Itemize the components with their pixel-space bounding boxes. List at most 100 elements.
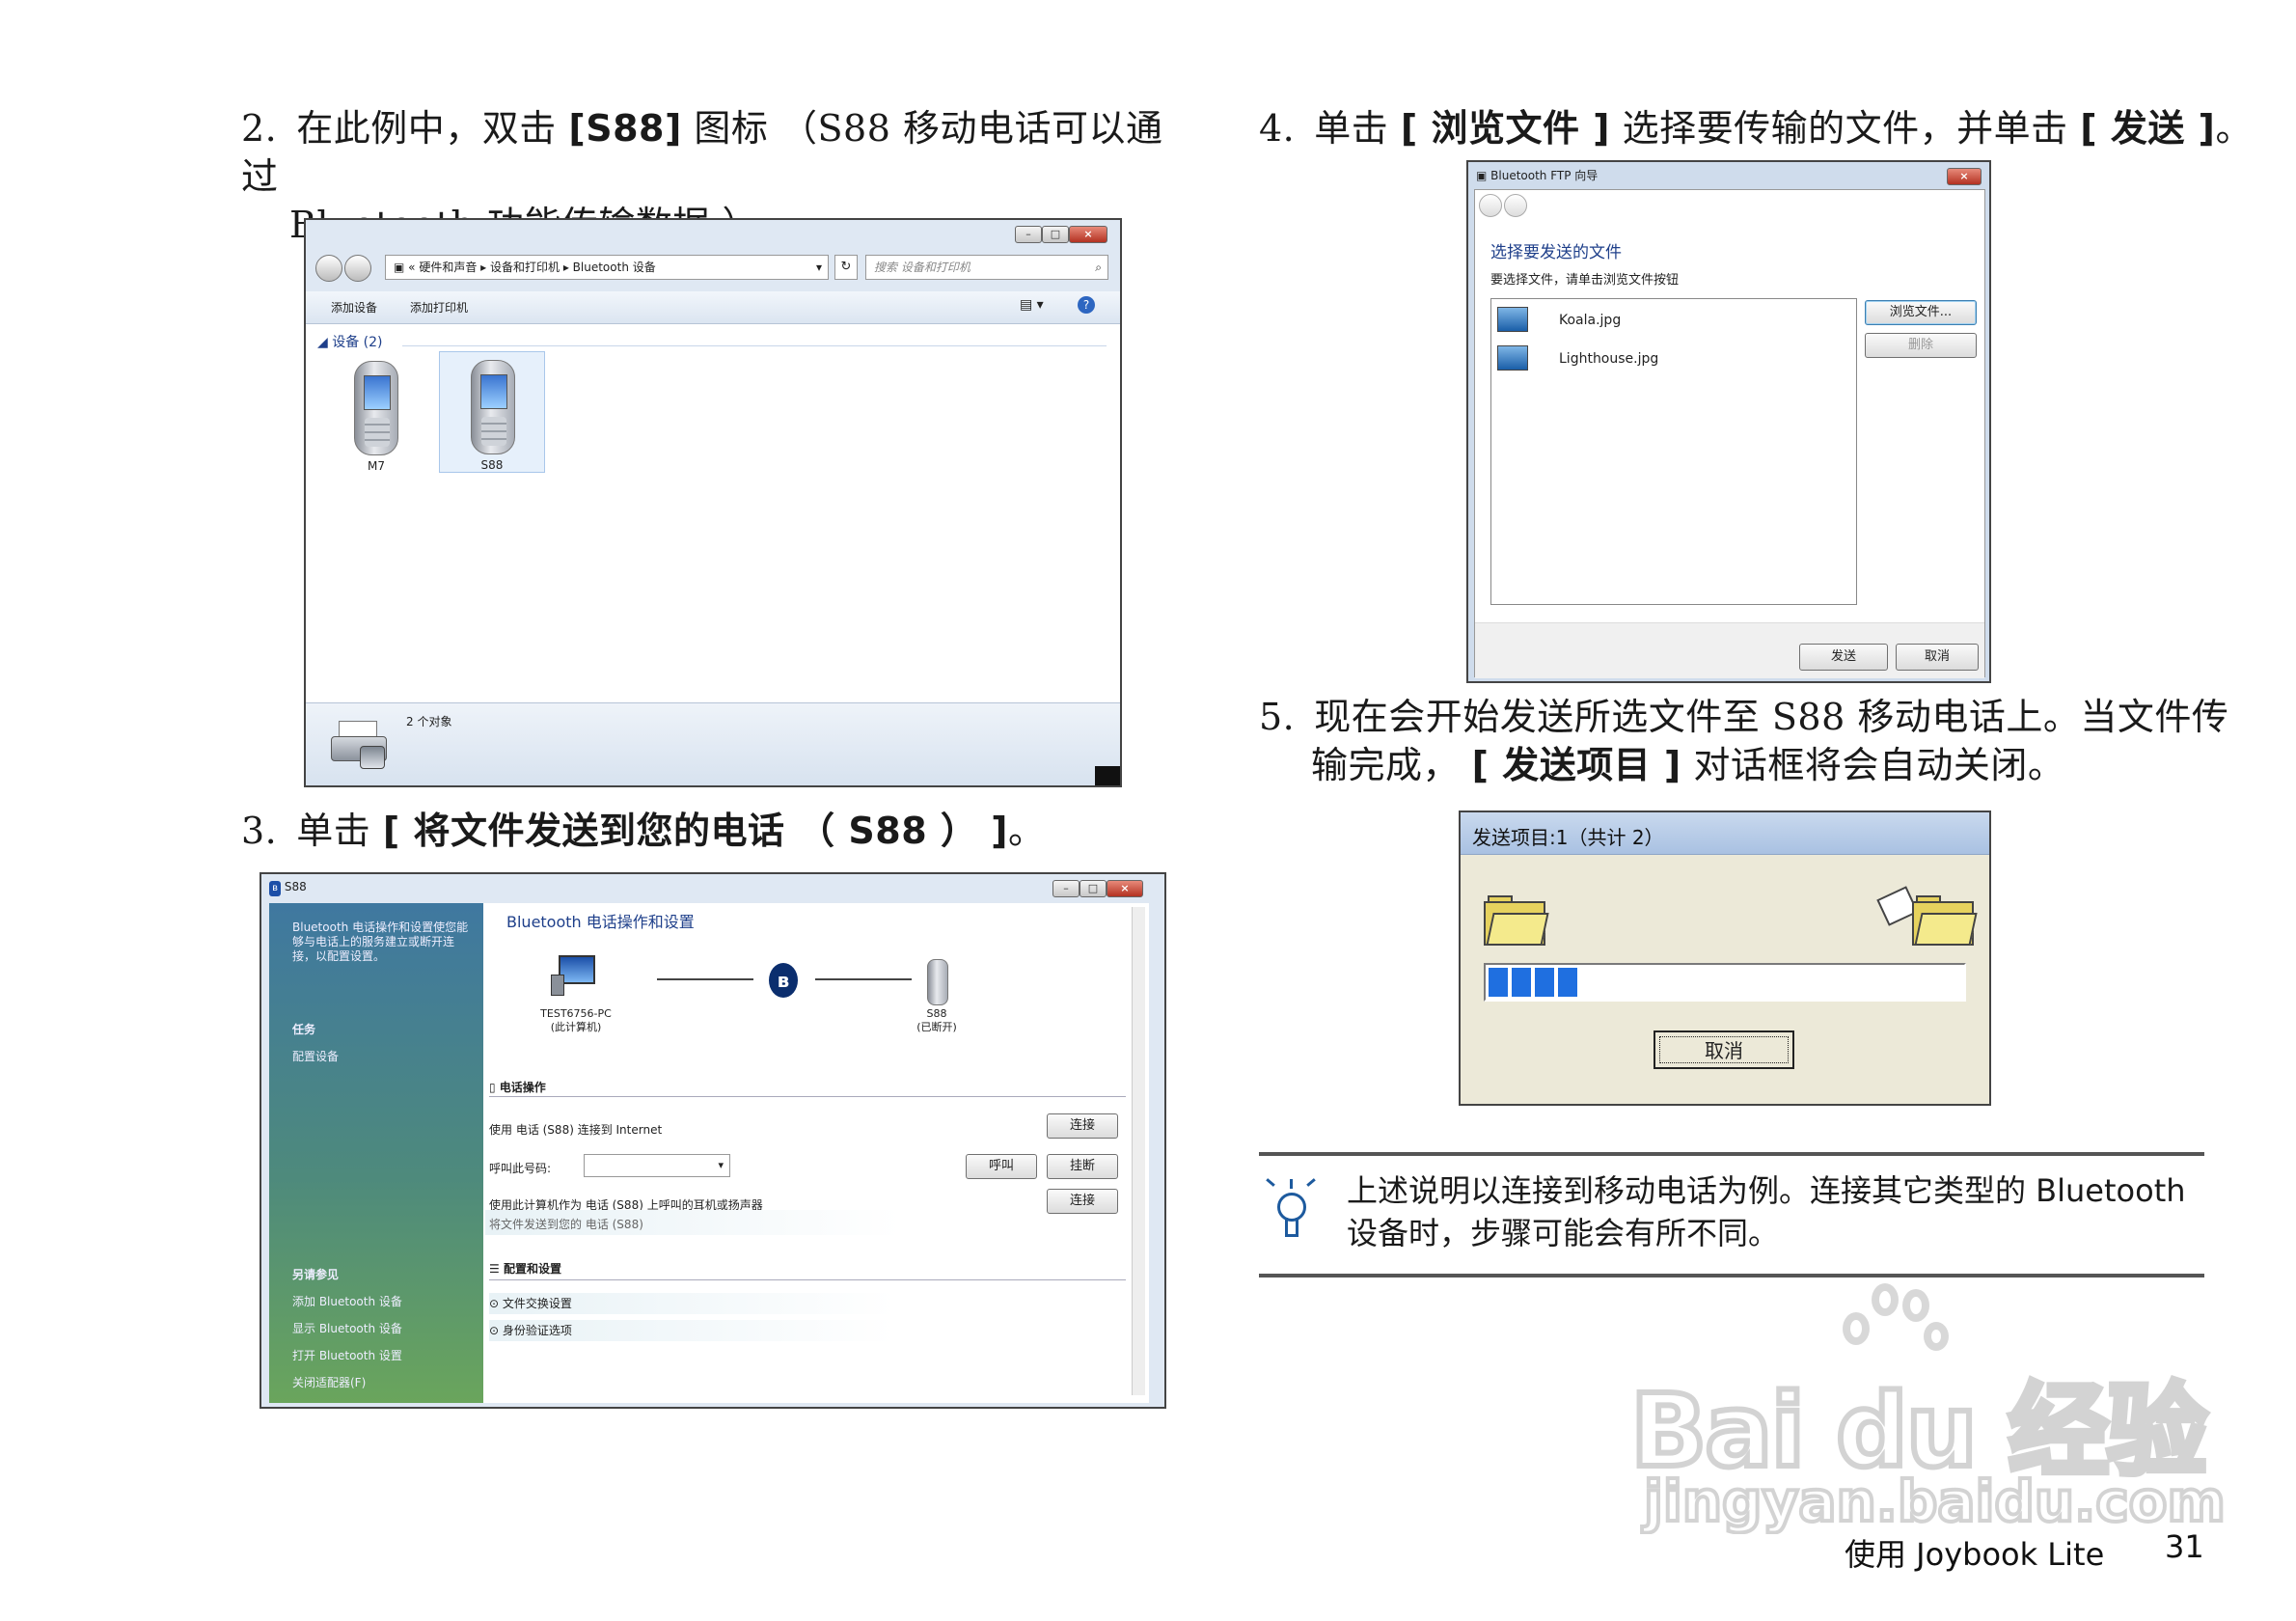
hangup-button[interactable]: 挂断 bbox=[1047, 1154, 1118, 1179]
config-item-label: 文件交换设置 bbox=[502, 1297, 572, 1310]
window-icon: ▣ bbox=[1476, 169, 1491, 182]
connect-headset-button[interactable]: 连接 bbox=[1047, 1189, 1118, 1214]
step-text: 移动电话上。当文件传 bbox=[1845, 696, 2229, 738]
file-item[interactable]: Koala.jpg bbox=[1559, 313, 1621, 328]
computer-icon bbox=[551, 955, 599, 996]
phone-sub: (已断开) bbox=[916, 1021, 957, 1033]
phone-name: S88 bbox=[926, 1007, 947, 1020]
view-options-icon[interactable]: ▤ ▾ bbox=[1020, 297, 1044, 313]
add-device-button[interactable]: 添加设备 bbox=[331, 299, 377, 316]
send-file-row[interactable]: 将文件发送到您的 电话 (S88) bbox=[485, 1210, 900, 1235]
step-4-text: 4. 单击 [ 浏览文件 ] 选择要传输的文件，并单击 [ 发送 ]。 bbox=[1259, 104, 2262, 152]
see-also-link[interactable]: 添加 Bluetooth 设备 bbox=[292, 1293, 402, 1309]
printer-icon bbox=[331, 721, 393, 771]
minimize-button[interactable]: – bbox=[1052, 880, 1080, 897]
cancel-button[interactable]: 取消 bbox=[1896, 644, 1979, 671]
device-area: ◢ 设备 (2) M7 S88 bbox=[306, 324, 1120, 702]
see-also-header: 另请参见 bbox=[292, 1268, 340, 1281]
step-text: 。 bbox=[1008, 810, 1046, 852]
breadcrumb-item[interactable]: 设备和打印机 bbox=[490, 261, 560, 274]
see-also-link[interactable]: 打开 Bluetooth 设置 bbox=[292, 1347, 402, 1363]
send-file-label: 将文件发送到您的 电话 (S88) bbox=[489, 1218, 643, 1231]
section-divider bbox=[489, 1096, 1126, 1097]
step-text: 。 bbox=[2215, 107, 2253, 150]
breadcrumb-prefix: « bbox=[408, 261, 416, 274]
config-label: 配置和设置 bbox=[503, 1262, 561, 1276]
progress-fill bbox=[1489, 968, 1961, 997]
status-text: 2 个对象 bbox=[406, 715, 452, 728]
note-bottom-rule bbox=[1259, 1274, 2204, 1278]
bluetooth-icon: ʙ bbox=[769, 963, 798, 998]
breadcrumb[interactable]: ▣ « 硬件和声音 ▸ 设备和打印机 ▸ Bluetooth 设备 ▾ bbox=[385, 255, 829, 280]
see-also-link[interactable]: 关闭适配器(F) bbox=[292, 1374, 366, 1390]
group-header[interactable]: ◢ 设备 (2) bbox=[317, 332, 383, 351]
search-icon[interactable]: ⌕ bbox=[1095, 256, 1102, 279]
maximize-button[interactable]: □ bbox=[1080, 880, 1107, 897]
breadcrumb-item[interactable]: 硬件和声音 bbox=[419, 261, 477, 274]
wizard-instruction: 要选择文件，请单击浏览文件按钮 bbox=[1490, 273, 1680, 288]
back-icon[interactable] bbox=[315, 255, 342, 282]
minimize-button[interactable]: – bbox=[1015, 226, 1042, 243]
step-bold: [ 发送 ] bbox=[2080, 107, 2216, 150]
step-text: 对话框将会自动关闭。 bbox=[1681, 744, 2065, 786]
refresh-icon[interactable]: ↻ bbox=[834, 255, 858, 280]
breadcrumb-item[interactable]: Bluetooth 设备 bbox=[573, 261, 656, 274]
details-pane: 2 个对象 bbox=[306, 702, 1120, 785]
image-file-icon bbox=[1497, 307, 1528, 332]
file-list[interactable]: Koala.jpg Lighthouse.jpg bbox=[1490, 298, 1857, 605]
browse-files-button[interactable]: 浏览文件... bbox=[1865, 300, 1977, 325]
close-button[interactable]: × bbox=[1947, 168, 1982, 185]
step-bold: [ 发送项目 ] bbox=[1471, 744, 1681, 786]
authentication-options[interactable]: ⊙ 身份验证选项 bbox=[489, 1320, 894, 1341]
note-line: 上述说明以连接到移动电话为例。连接其它类型的 Bluetooth bbox=[1347, 1172, 2186, 1209]
ftp-wizard-screenshot: ▣ Bluetooth FTP 向导 × 选择要发送的文件 要选择文件，请单击浏… bbox=[1466, 160, 1991, 683]
task-header: 任务 bbox=[292, 1023, 316, 1036]
main-pane: Bluetooth 电话操作和设置 TEST6756-PC (此计算机) ʙ S8… bbox=[483, 903, 1149, 1403]
step-text: S88 bbox=[817, 107, 891, 150]
expand-icon[interactable]: ⊙ bbox=[489, 1324, 503, 1337]
file-item[interactable]: Lighthouse.jpg bbox=[1559, 351, 1658, 367]
config-header: ☰ 配置和设置 bbox=[489, 1260, 561, 1277]
back-icon[interactable] bbox=[1479, 194, 1502, 217]
footer-section: 使用 Joybook Lite bbox=[1845, 1536, 2105, 1573]
step-bold: [ 将文件发送到您的电话 （ S88 ） ] bbox=[382, 810, 1008, 852]
step-5-text: 5. 现在会开始发送所选文件至 S88 移动电话上。当文件传 输完成， [ 发送项… bbox=[1259, 693, 2272, 789]
search-input[interactable]: 搜索 设备和打印机 ⌕ bbox=[865, 255, 1108, 280]
delete-button[interactable]: 删除 bbox=[1865, 333, 1977, 358]
lightbulb-icon bbox=[1264, 1178, 1318, 1247]
scrollbar[interactable] bbox=[1132, 907, 1145, 1395]
connect-internet-button[interactable]: 连接 bbox=[1047, 1113, 1118, 1139]
add-printer-button[interactable]: 添加打印机 bbox=[410, 299, 468, 316]
device-m7[interactable]: M7 bbox=[325, 359, 427, 475]
folder-icon: ▣ bbox=[394, 261, 409, 274]
forward-icon[interactable] bbox=[344, 255, 371, 282]
help-icon[interactable]: ? bbox=[1078, 296, 1095, 314]
call-number-select[interactable]: ▾ bbox=[584, 1154, 730, 1177]
wizard-body: 选择要发送的文件 要选择文件，请单击浏览文件按钮 Koala.jpg Light… bbox=[1474, 189, 1985, 678]
cancel-label: 取消 bbox=[1659, 1036, 1789, 1063]
call-button[interactable]: 呼叫 bbox=[966, 1154, 1037, 1179]
maximize-button[interactable]: □ bbox=[1042, 226, 1069, 243]
group-header-label: 设备 (2) bbox=[332, 335, 383, 350]
step-number: 5. bbox=[1259, 696, 1296, 738]
expand-icon[interactable]: ⊙ bbox=[489, 1297, 503, 1310]
device-s88[interactable]: S88 bbox=[439, 351, 545, 473]
step-number: 4. bbox=[1259, 107, 1296, 150]
title-bar: 发送项目:1（共计 2） bbox=[1461, 812, 1989, 855]
note-top-rule bbox=[1259, 1152, 2204, 1156]
see-also-link[interactable]: 显示 Bluetooth 设备 bbox=[292, 1320, 402, 1336]
close-button[interactable]: × bbox=[1107, 880, 1143, 897]
window-title: Bluetooth FTP 向导 bbox=[1490, 169, 1599, 182]
link-line bbox=[815, 978, 912, 980]
forward-icon[interactable] bbox=[1504, 194, 1527, 217]
file-exchange-settings[interactable]: ⊙ 文件交换设置 bbox=[489, 1293, 894, 1314]
step-text: 输完成， bbox=[1311, 744, 1472, 786]
send-button[interactable]: 发送 bbox=[1799, 644, 1888, 671]
dropdown-arrow-icon[interactable]: ▾ bbox=[816, 256, 822, 279]
cancel-button[interactable]: 取消 bbox=[1654, 1030, 1794, 1069]
close-button[interactable]: × bbox=[1069, 226, 1107, 243]
send-dialog-screenshot: 发送项目:1（共计 2） 取消 bbox=[1459, 810, 1991, 1106]
title-bar: ▣ Bluetooth FTP 向导 bbox=[1476, 167, 1598, 183]
device-label: M7 bbox=[368, 459, 385, 473]
configure-device-link[interactable]: 配置设备 bbox=[292, 1048, 339, 1064]
